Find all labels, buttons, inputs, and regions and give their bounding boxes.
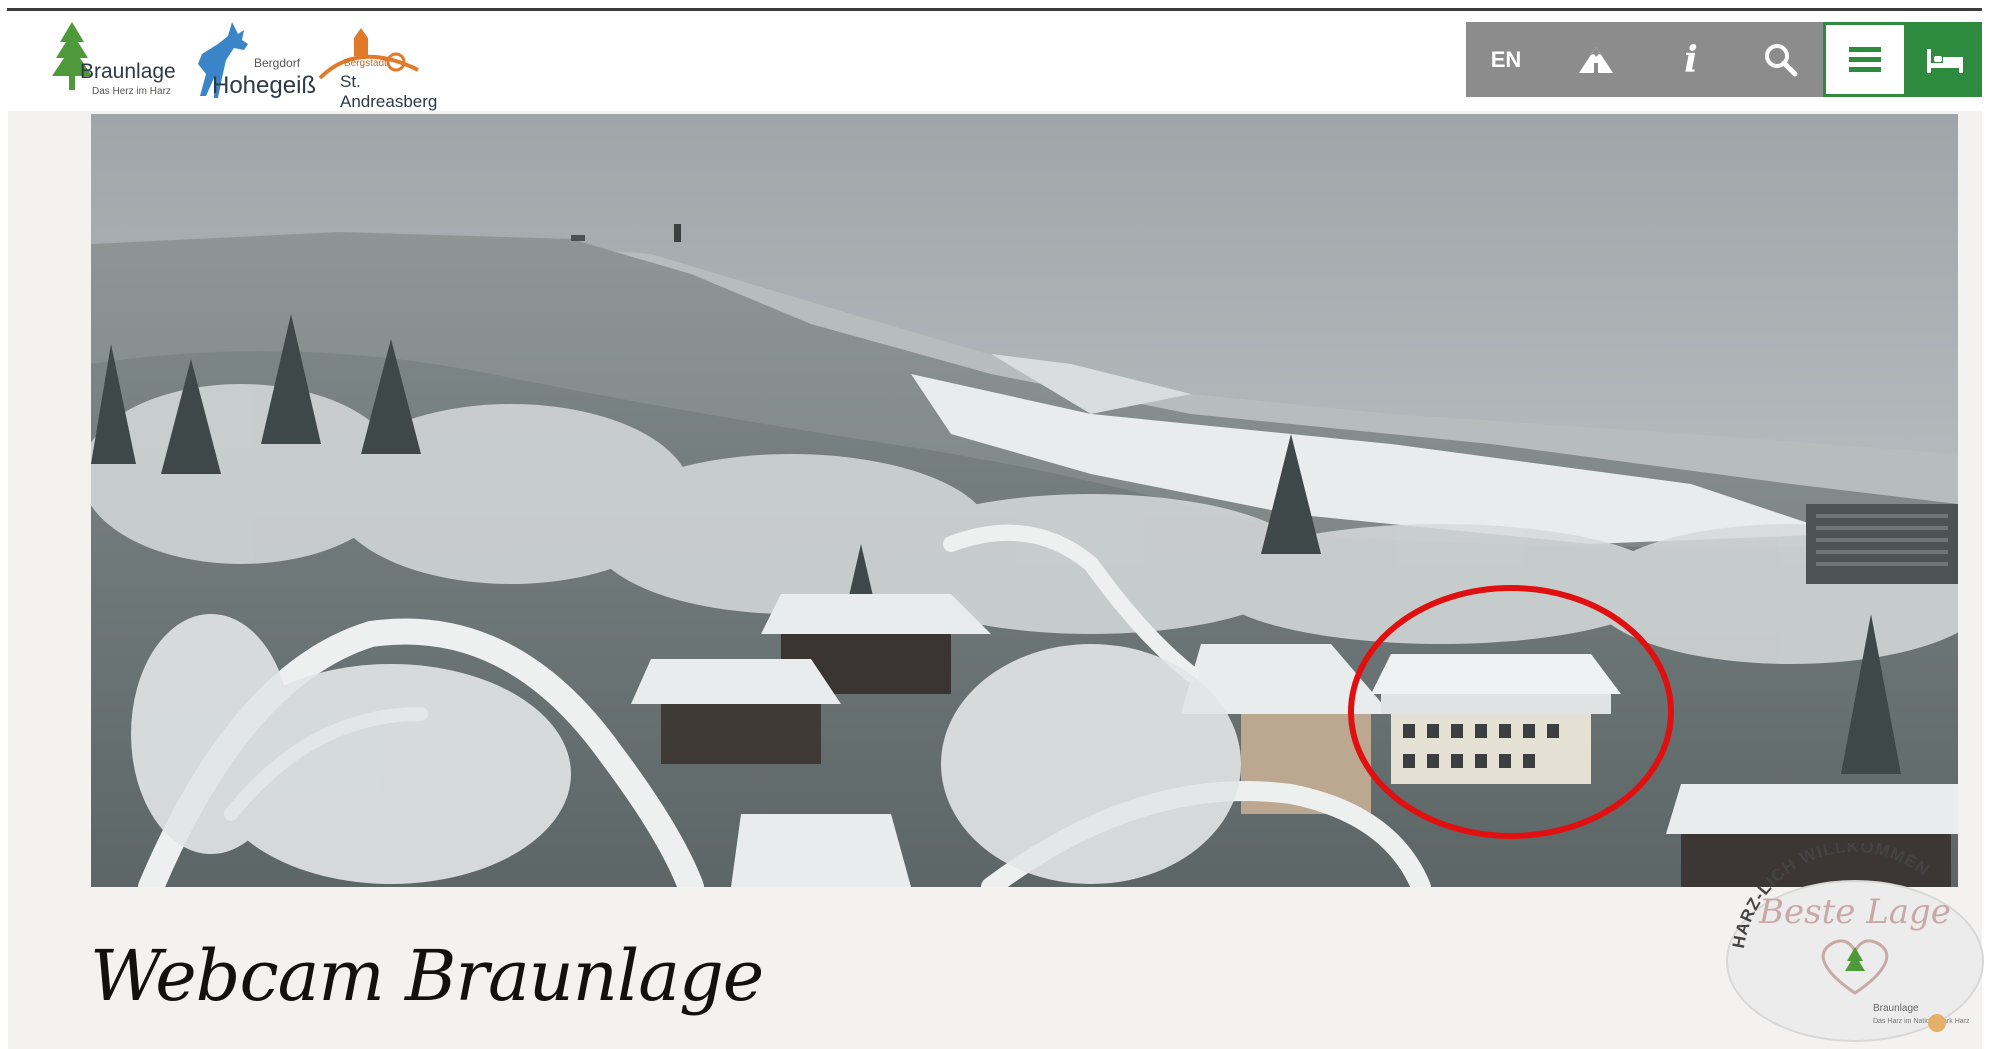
badge-town-tagline: Das Harz im Nationalpark Harz xyxy=(1873,1018,1970,1025)
snow-landscape-image xyxy=(91,114,1958,887)
hohegeiss-logo-prefix: Bergdorf xyxy=(254,56,301,70)
braunlage-logo-name: Braunlage xyxy=(80,60,176,83)
webcam-image[interactable] xyxy=(91,114,1958,887)
hohegeiss-logo-name: Hohegeiß xyxy=(212,72,317,99)
search-button[interactable] xyxy=(1736,22,1826,97)
top-toolbar: EN i xyxy=(1466,22,1982,97)
page-title: Webcam Braunlage xyxy=(90,935,764,1017)
welcome-badge: HARZ-LICH WILLKOMMEN Beste Lage Braunlag… xyxy=(1715,837,1985,1043)
info-button[interactable]: i xyxy=(1646,22,1736,97)
accommodation-button[interactable] xyxy=(1907,22,1982,97)
hohegeiss-logo[interactable]: Bergdorf Hohegeiß xyxy=(192,20,316,100)
menu-icon xyxy=(1849,46,1881,72)
mountain-button[interactable] xyxy=(1546,22,1646,97)
info-icon: i xyxy=(1684,38,1698,81)
mountain-icon xyxy=(1579,46,1613,73)
st-andreasberg-logo-prefix: Bergstadt xyxy=(344,58,387,69)
st-andreasberg-logo-name: St. Andreasberg xyxy=(340,72,438,111)
language-switch-button[interactable]: EN xyxy=(1466,22,1546,97)
top-rule xyxy=(7,8,1982,11)
st-andreasberg-logo[interactable]: Bergstadt St. Andreasberg xyxy=(318,20,448,111)
braunlage-logo[interactable]: Braunlage Das Herz im Harz xyxy=(50,20,176,100)
search-icon xyxy=(1765,43,1798,76)
badge-icon: HARZ-LICH WILLKOMMEN Beste Lage Braunlag… xyxy=(1726,837,1984,1042)
bed-icon xyxy=(1926,48,1963,73)
braunlage-logo-tagline: Das Herz im Harz xyxy=(92,86,171,97)
badge-town: Braunlage xyxy=(1873,1003,1919,1014)
badge-headline: Beste Lage xyxy=(1758,892,1951,932)
menu-button[interactable] xyxy=(1823,22,1907,97)
